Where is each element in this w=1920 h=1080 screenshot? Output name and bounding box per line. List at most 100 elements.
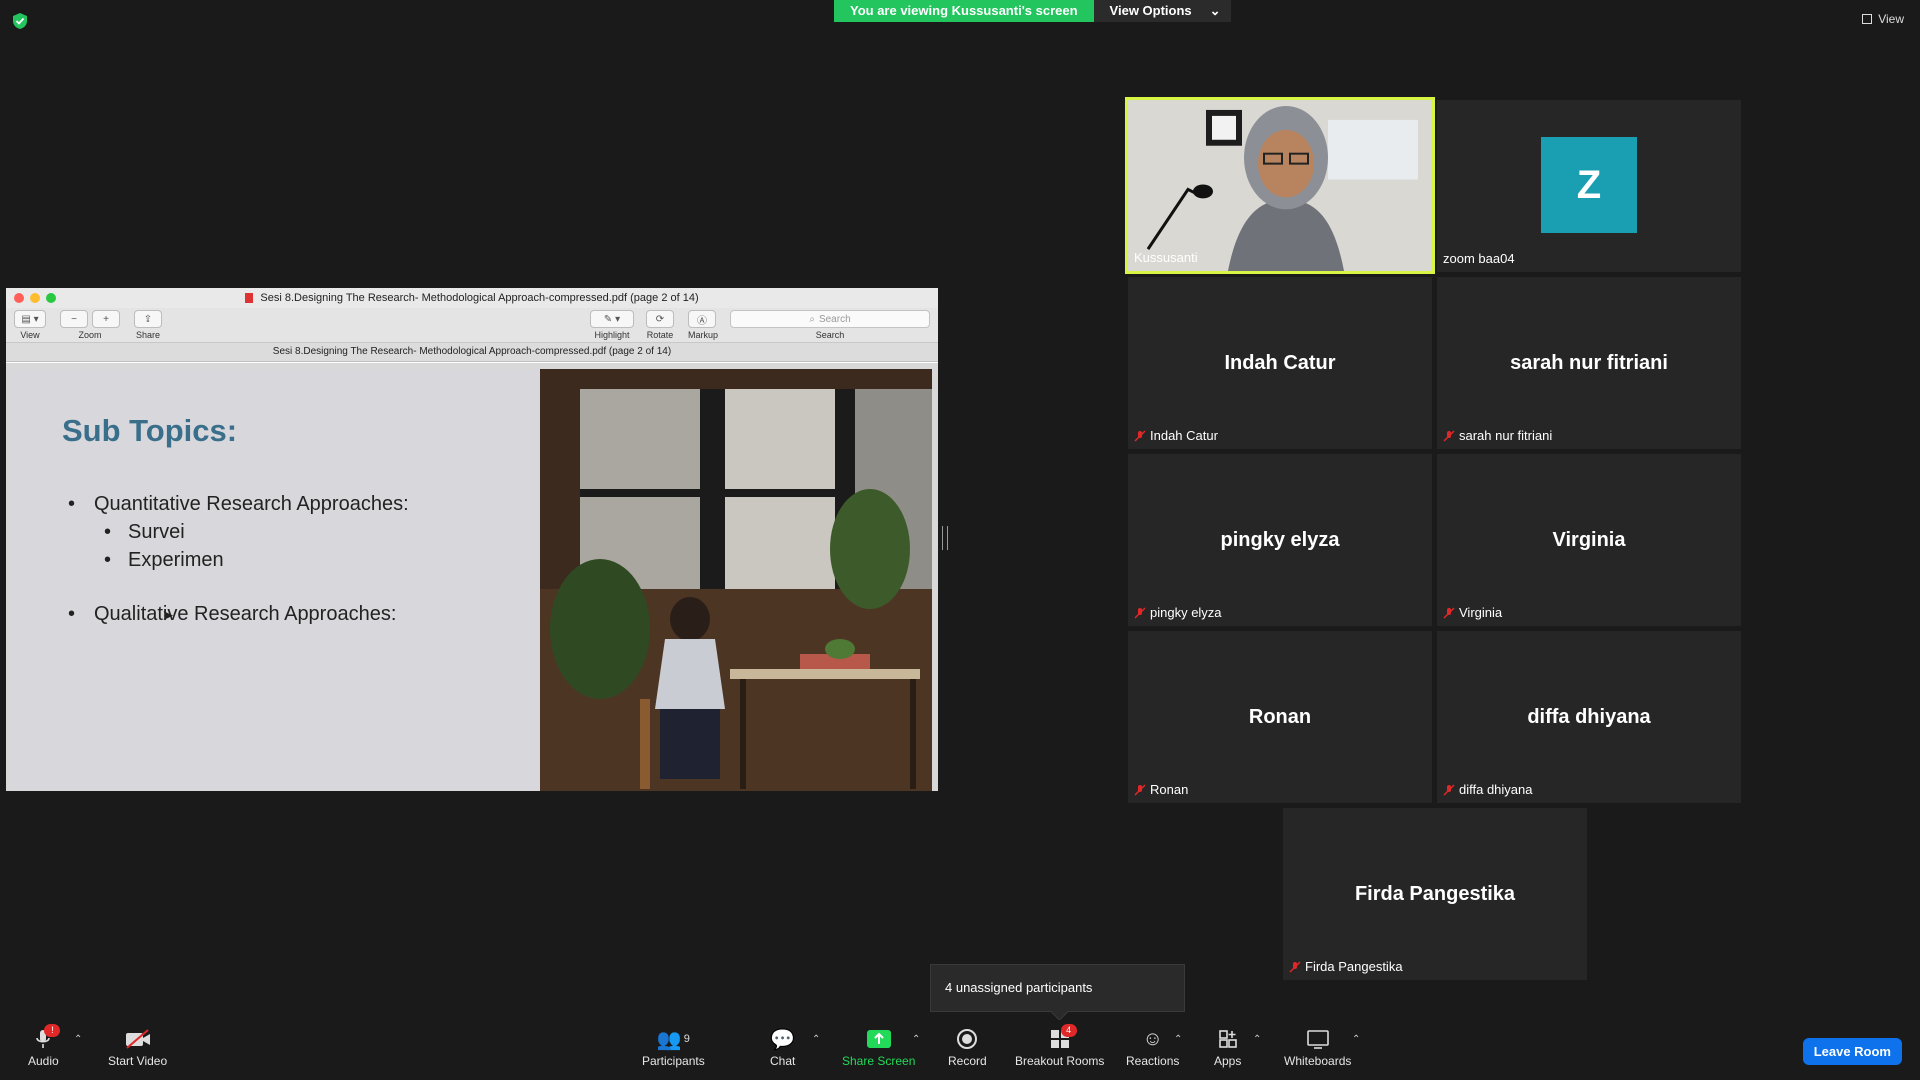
share-screen-icon bbox=[866, 1030, 891, 1048]
audio-label: Audio bbox=[28, 1054, 59, 1068]
share-options-chevron-icon[interactable]: ⌃ bbox=[912, 1034, 920, 1045]
participant-name-label: Firda Pangestika bbox=[1289, 959, 1403, 974]
audio-options-chevron-icon[interactable]: ⌃ bbox=[74, 1034, 82, 1045]
muted-mic-icon bbox=[1443, 606, 1455, 619]
slide-sub-bullet: Experimen bbox=[104, 549, 224, 572]
participant-tile-sarah-nur-fitriani[interactable]: sarah nur fitriani sarah nur fitriani bbox=[1437, 277, 1741, 449]
chat-button[interactable]: 💬 Chat bbox=[770, 1026, 796, 1069]
markup-label: Markup bbox=[688, 330, 719, 340]
participant-display-name: diffa dhiyana bbox=[1527, 705, 1651, 728]
view-options-button[interactable]: View Options ⌄ bbox=[1093, 0, 1231, 22]
zoom-out-icon[interactable]: − bbox=[60, 310, 88, 328]
view-menu[interactable]: ▤ ▾ View bbox=[14, 310, 46, 340]
minimize-window-button[interactable] bbox=[30, 293, 40, 303]
share-label: Share bbox=[135, 330, 161, 340]
markup-button[interactable]: Ⓐ Markup bbox=[688, 310, 718, 340]
participant-tile-ronan[interactable]: Ronan Ronan bbox=[1128, 631, 1432, 803]
breakout-rooms-button[interactable]: 4 Breakout Rooms bbox=[1015, 1024, 1104, 1068]
video-off-icon bbox=[125, 1029, 150, 1049]
start-video-button[interactable]: Start Video bbox=[108, 1026, 167, 1068]
participant-name-label: Indah Catur bbox=[1134, 428, 1218, 443]
participant-tile-firda-pangestika[interactable]: Firda Pangestika Firda Pangestika bbox=[1283, 808, 1587, 980]
muted-mic-icon bbox=[1134, 429, 1146, 442]
view-label: View bbox=[1878, 12, 1904, 26]
preview-toolbar: ▤ ▾ View − + Zoom ⇪ Share ✎ ▾ Highlight … bbox=[6, 308, 938, 343]
pdf-icon bbox=[245, 293, 254, 304]
participants-button[interactable]: 👥 9 Participants bbox=[642, 1026, 705, 1069]
zoom-controls[interactable]: − + Zoom bbox=[60, 310, 120, 340]
avatar: Z bbox=[1541, 137, 1637, 233]
participant-display-name: Indah Catur bbox=[1224, 351, 1336, 374]
whiteboards-button[interactable]: Whiteboards bbox=[1284, 1026, 1351, 1068]
sidebar-icon: ▤ ▾ bbox=[14, 310, 46, 328]
record-button[interactable]: Record bbox=[948, 1026, 987, 1068]
leave-room-button[interactable]: Leave Room bbox=[1802, 1038, 1902, 1065]
share-menu[interactable]: ⇪ Share bbox=[134, 310, 162, 340]
participant-name: zoom baa04 bbox=[1443, 251, 1515, 266]
breakout-badge: 4 bbox=[1060, 1024, 1077, 1037]
shield-icon[interactable] bbox=[12, 12, 28, 30]
slide-title: Sub Topics: bbox=[62, 413, 238, 448]
slide: Sub Topics: Quantitative Research Approa… bbox=[12, 369, 932, 791]
participant-name: pingky elyza bbox=[1150, 605, 1222, 620]
slide-sub-bullet: Survei bbox=[104, 521, 185, 544]
whiteboard-icon bbox=[1306, 1030, 1329, 1049]
participants-label: Participants bbox=[642, 1054, 705, 1068]
audio-alert-badge: ! bbox=[44, 1024, 61, 1037]
zoom-label: Zoom bbox=[78, 330, 102, 340]
participant-name: sarah nur fitriani bbox=[1459, 428, 1553, 443]
search-label: Search bbox=[815, 330, 845, 340]
start-video-label: Start Video bbox=[108, 1054, 168, 1068]
splitter-handle[interactable] bbox=[942, 526, 948, 550]
search-placeholder: Search bbox=[818, 313, 851, 325]
whiteboards-label: Whiteboards bbox=[1284, 1054, 1352, 1068]
participant-name: Firda Pangestika bbox=[1305, 959, 1403, 974]
zoom-in-icon[interactable]: + bbox=[92, 310, 120, 328]
participant-tile-virginia[interactable]: Virginia Virginia bbox=[1437, 454, 1741, 626]
chevron-down-icon: ⌄ bbox=[1209, 3, 1221, 18]
unassigned-participants-tooltip: 4 unassigned participants bbox=[930, 964, 1185, 1012]
participants-icon: 👥 bbox=[656, 1028, 682, 1051]
rotate-button[interactable]: ⟳ Rotate bbox=[646, 310, 674, 340]
participant-display-name: Virginia bbox=[1552, 528, 1626, 551]
participant-tile-diffa-dhiyana[interactable]: diffa dhiyana diffa dhiyana bbox=[1437, 631, 1741, 803]
grid-view-icon bbox=[1862, 14, 1873, 24]
highlight-pen-icon: ✎ ▾ bbox=[590, 310, 634, 328]
share-screen-button[interactable]: Share Screen bbox=[842, 1026, 915, 1068]
mouse-cursor-icon: ➤ bbox=[162, 607, 174, 623]
participant-tile-zoom-baa04[interactable]: Z zoom baa04 bbox=[1437, 100, 1741, 272]
participant-tile-pingky-elyza[interactable]: pingky elyza pingky elyza bbox=[1128, 454, 1432, 626]
apps-button[interactable]: Apps bbox=[1214, 1026, 1241, 1068]
pdf-page-area[interactable]: Sub Topics: Quantitative Research Approa… bbox=[6, 363, 938, 791]
screen-share-banner: You are viewing Kussusanti's screen View… bbox=[834, 0, 1231, 22]
apps-options-chevron-icon[interactable]: ⌃ bbox=[1253, 1034, 1261, 1045]
highlight-menu[interactable]: ✎ ▾ Highlight bbox=[590, 310, 634, 340]
whiteboards-options-chevron-icon[interactable]: ⌃ bbox=[1352, 1034, 1360, 1045]
share-icon: ⇪ bbox=[134, 310, 162, 328]
zoom-window-button[interactable] bbox=[46, 293, 56, 303]
participant-display-name: pingky elyza bbox=[1220, 528, 1340, 551]
audio-button[interactable]: ! Audio bbox=[28, 1024, 61, 1068]
chat-icon: 💬 bbox=[770, 1028, 796, 1051]
view-options-label: View Options bbox=[1109, 3, 1192, 18]
study-desk-photo bbox=[540, 369, 932, 791]
chat-options-chevron-icon[interactable]: ⌃ bbox=[812, 1034, 820, 1045]
shared-screen[interactable]: Sesi 8.Designing The Research- Methodolo… bbox=[6, 288, 938, 791]
view-button[interactable]: View bbox=[1862, 12, 1904, 26]
markup-icon: Ⓐ bbox=[688, 310, 716, 328]
participant-tile-indah-catur[interactable]: Indah Catur Indah Catur bbox=[1128, 277, 1432, 449]
record-label: Record bbox=[948, 1054, 987, 1068]
muted-mic-icon bbox=[1443, 783, 1455, 796]
apps-icon bbox=[1218, 1030, 1237, 1048]
reactions-button[interactable]: ☺ Reactions bbox=[1126, 1026, 1179, 1069]
window-title: Sesi 8.Designing The Research- Methodolo… bbox=[260, 292, 699, 304]
close-window-button[interactable] bbox=[14, 293, 24, 303]
search-icon: ⌕ bbox=[809, 313, 815, 325]
reactions-options-chevron-icon[interactable]: ⌃ bbox=[1174, 1034, 1182, 1045]
participant-tile-kussusanti[interactable]: Kussusanti bbox=[1125, 97, 1435, 274]
participant-name-label: Kussusanti bbox=[1134, 250, 1198, 265]
slide-bullet: Quantitative Research Approaches: bbox=[68, 493, 409, 516]
participant-name-label: zoom baa04 bbox=[1443, 251, 1515, 266]
search-input[interactable]: ⌕ Search bbox=[730, 310, 930, 328]
search-field[interactable]: ⌕ Search Search bbox=[730, 310, 930, 340]
